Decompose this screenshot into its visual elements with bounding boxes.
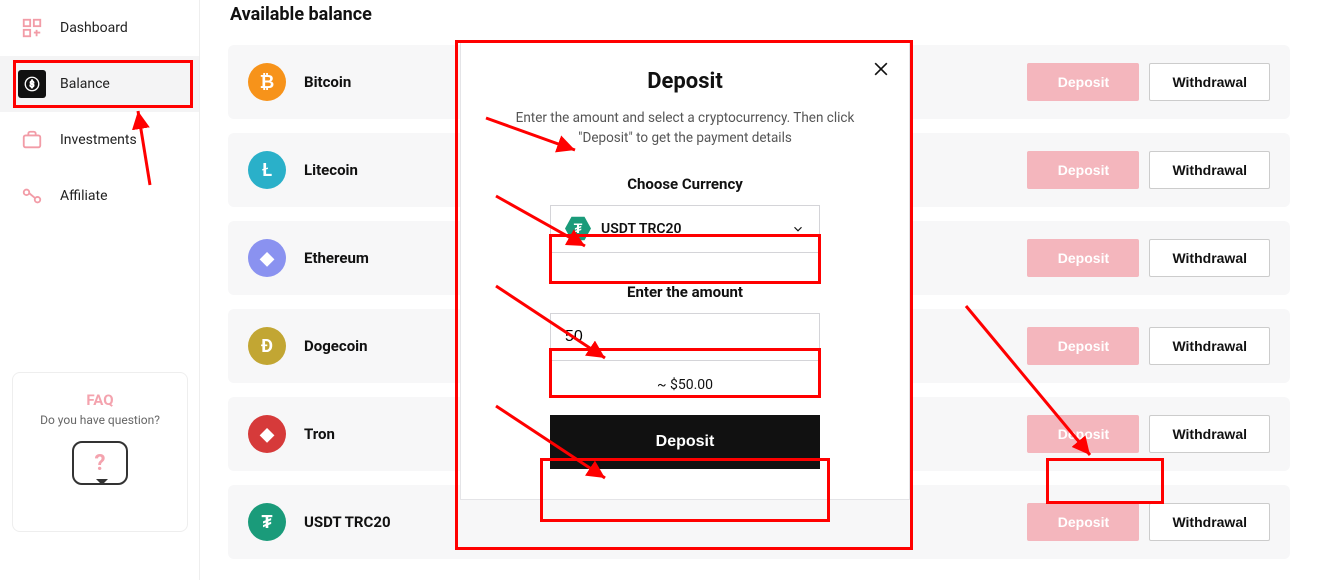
withdraw-button[interactable]: Withdrawal: [1149, 151, 1270, 189]
modal-title: Deposit: [497, 69, 873, 94]
close-icon: [871, 59, 891, 79]
deposit-modal: Deposit Enter the amount and select a cr…: [460, 42, 910, 500]
sidebar-item-label: Investments: [60, 132, 137, 148]
amount-input[interactable]: [550, 313, 820, 361]
deposit-button[interactable]: Deposit: [1027, 415, 1139, 453]
briefcase-icon: [18, 126, 46, 154]
deposit-button[interactable]: Deposit: [1027, 503, 1139, 541]
currency-select-value: USDT TRC20: [601, 221, 682, 237]
coin-icon: ₿: [248, 63, 286, 101]
grid-icon: [18, 14, 46, 42]
amount-approx: ~ $50.00: [497, 377, 873, 393]
deposit-button[interactable]: Deposit: [1027, 327, 1139, 365]
withdraw-button[interactable]: Withdrawal: [1149, 415, 1270, 453]
faq-question-icon: ?: [72, 441, 128, 485]
currency-select[interactable]: ₮ USDT TRC20: [550, 205, 820, 253]
faq-card[interactable]: FAQ Do you have question? ?: [12, 372, 188, 532]
page-title: Available balance: [230, 4, 1290, 25]
sidebar-item-label: Dashboard: [60, 20, 128, 36]
amount-label: Enter the amount: [497, 283, 873, 301]
sidebar-item-affiliate[interactable]: Affiliate: [0, 168, 199, 224]
svg-text:$: $: [30, 79, 35, 90]
sidebar-item-dashboard[interactable]: Dashboard: [0, 0, 199, 56]
share-icon: [18, 182, 46, 210]
deposit-button[interactable]: Deposit: [1027, 63, 1139, 101]
coin-icon: ◆: [248, 239, 286, 277]
sidebar: Dashboard $ Balance Investments Affiliat…: [0, 0, 200, 580]
coin-icon: Ł: [248, 151, 286, 189]
deposit-button[interactable]: Deposit: [1027, 239, 1139, 277]
sidebar-item-investments[interactable]: Investments: [0, 112, 199, 168]
coin-icon: $: [18, 70, 46, 98]
withdraw-button[interactable]: Withdrawal: [1149, 503, 1270, 541]
choose-currency-label: Choose Currency: [497, 175, 873, 193]
coin-icon: ◆: [248, 415, 286, 453]
withdraw-button[interactable]: Withdrawal: [1149, 63, 1270, 101]
withdraw-button[interactable]: Withdrawal: [1149, 327, 1270, 365]
faq-title: FAQ: [23, 391, 177, 409]
modal-description: Enter the amount and select a cryptocurr…: [497, 108, 873, 149]
tether-icon: ₮: [565, 216, 591, 242]
withdraw-button[interactable]: Withdrawal: [1149, 239, 1270, 277]
coin-icon: ₮: [248, 503, 286, 541]
deposit-button[interactable]: Deposit: [1027, 151, 1139, 189]
sidebar-item-balance[interactable]: $ Balance: [0, 56, 199, 112]
sidebar-item-label: Balance: [60, 76, 110, 92]
chevron-down-icon: [791, 222, 805, 236]
coin-name: USDT TRC20: [304, 513, 1027, 531]
coin-icon: Ð: [248, 327, 286, 365]
faq-subtitle: Do you have question?: [23, 413, 177, 427]
close-button[interactable]: [869, 57, 893, 81]
sidebar-item-label: Affiliate: [60, 188, 108, 204]
deposit-submit-button[interactable]: Deposit: [550, 415, 820, 469]
